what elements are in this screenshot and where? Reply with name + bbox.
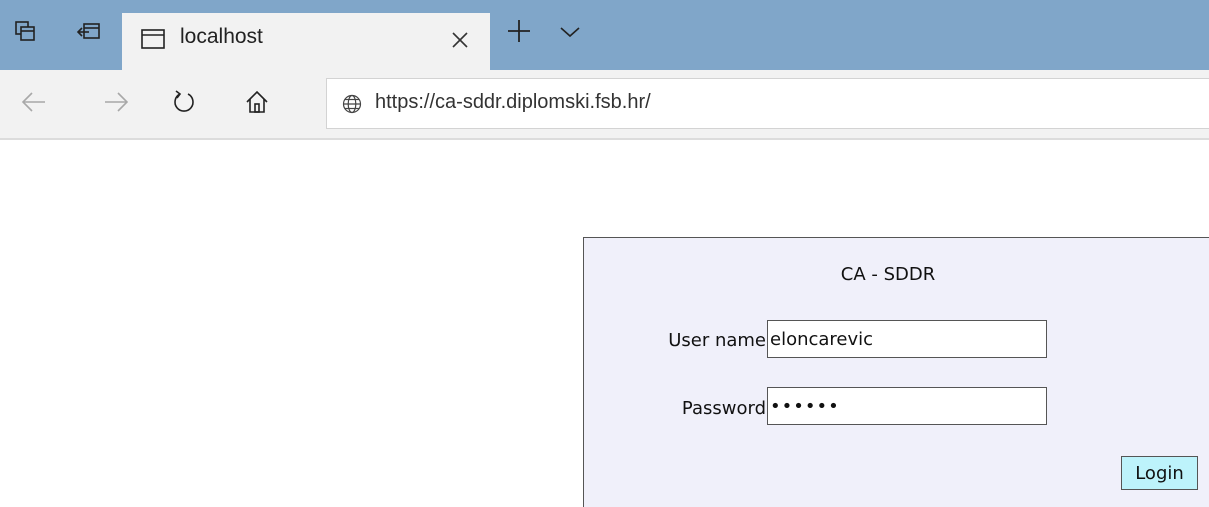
home-button[interactable] — [239, 86, 275, 122]
set-aside-tabs-icon — [13, 19, 37, 47]
forward-button[interactable] — [98, 86, 134, 122]
login-button[interactable]: Login — [1121, 456, 1198, 490]
set-aside-tabs-button[interactable] — [8, 16, 42, 50]
restore-tabs-icon — [76, 19, 102, 47]
page-icon — [140, 26, 166, 56]
tab-title: localhost — [180, 25, 263, 48]
username-input[interactable] — [767, 320, 1047, 358]
close-icon[interactable] — [446, 26, 474, 54]
refresh-button[interactable] — [166, 86, 202, 122]
password-input[interactable] — [767, 387, 1047, 425]
plus-icon — [506, 18, 532, 48]
chevron-down-icon — [559, 24, 581, 43]
username-label: User name — [668, 330, 766, 351]
tab-menu-button[interactable] — [553, 16, 587, 50]
back-arrow-icon — [21, 91, 47, 117]
home-icon — [244, 89, 270, 119]
new-tab-button[interactable] — [502, 16, 536, 50]
refresh-icon — [171, 89, 197, 119]
password-label: Password — [681, 398, 766, 419]
navigation-bar: https://ca-sddr.diplomski.fsb.hr/ — [0, 70, 1209, 140]
address-url[interactable]: https://ca-sddr.diplomski.fsb.hr/ — [375, 91, 651, 114]
forward-arrow-icon — [103, 91, 129, 117]
back-button[interactable] — [16, 86, 52, 122]
login-title: CA - SDDR — [840, 264, 936, 285]
restore-tabs-button[interactable] — [72, 16, 106, 50]
globe-icon — [342, 94, 362, 118]
tab-strip: localhost — [0, 0, 1209, 70]
address-bar[interactable]: https://ca-sddr.diplomski.fsb.hr/ — [326, 78, 1209, 129]
tab-localhost[interactable]: localhost — [122, 13, 490, 70]
login-panel: CA - SDDR User name Password Login — [583, 237, 1209, 507]
